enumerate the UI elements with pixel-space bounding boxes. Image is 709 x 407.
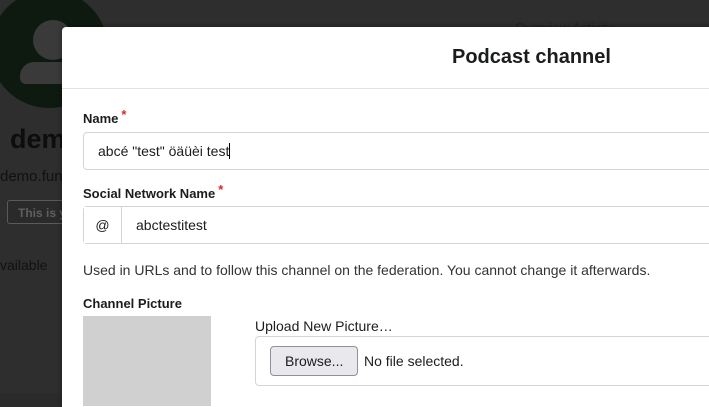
background-badge: This is y bbox=[7, 200, 67, 224]
file-status-text: No file selected. bbox=[364, 353, 464, 369]
file-input[interactable]: Browse... No file selected. bbox=[255, 336, 709, 386]
upload-picture-label: Upload New Picture… bbox=[255, 318, 393, 334]
name-label: Name * bbox=[83, 107, 126, 126]
social-name-label: Social Network Name * bbox=[83, 182, 223, 201]
name-input[interactable]: abcé "test" öäüèi test bbox=[83, 132, 709, 170]
text-caret bbox=[229, 143, 231, 159]
name-input-value: abcé "test" öäüèi test bbox=[98, 143, 230, 159]
social-name-label-text: Social Network Name bbox=[83, 186, 216, 201]
social-name-input-group: @ abctestitest bbox=[83, 206, 709, 244]
browse-button[interactable]: Browse... bbox=[270, 346, 359, 376]
podcast-channel-modal: Podcast channel Name * abcé "test" öäüèi … bbox=[62, 27, 709, 407]
modal-title: Podcast channel bbox=[452, 46, 611, 68]
at-prefix-label: @ bbox=[84, 207, 122, 243]
background-channel-handle: demo.fun bbox=[0, 168, 63, 185]
social-name-help-text: Used in URLs and to follow this channel … bbox=[83, 262, 651, 278]
name-required-mark: * bbox=[121, 107, 127, 122]
social-name-input[interactable]: abctestitest bbox=[136, 217, 207, 233]
social-required-mark: * bbox=[218, 182, 224, 197]
modal-header: Podcast channel bbox=[62, 27, 709, 89]
channel-picture-label: Channel Picture bbox=[83, 296, 182, 311]
name-label-text: Name bbox=[83, 111, 119, 126]
background-availability: vailable bbox=[0, 257, 48, 273]
